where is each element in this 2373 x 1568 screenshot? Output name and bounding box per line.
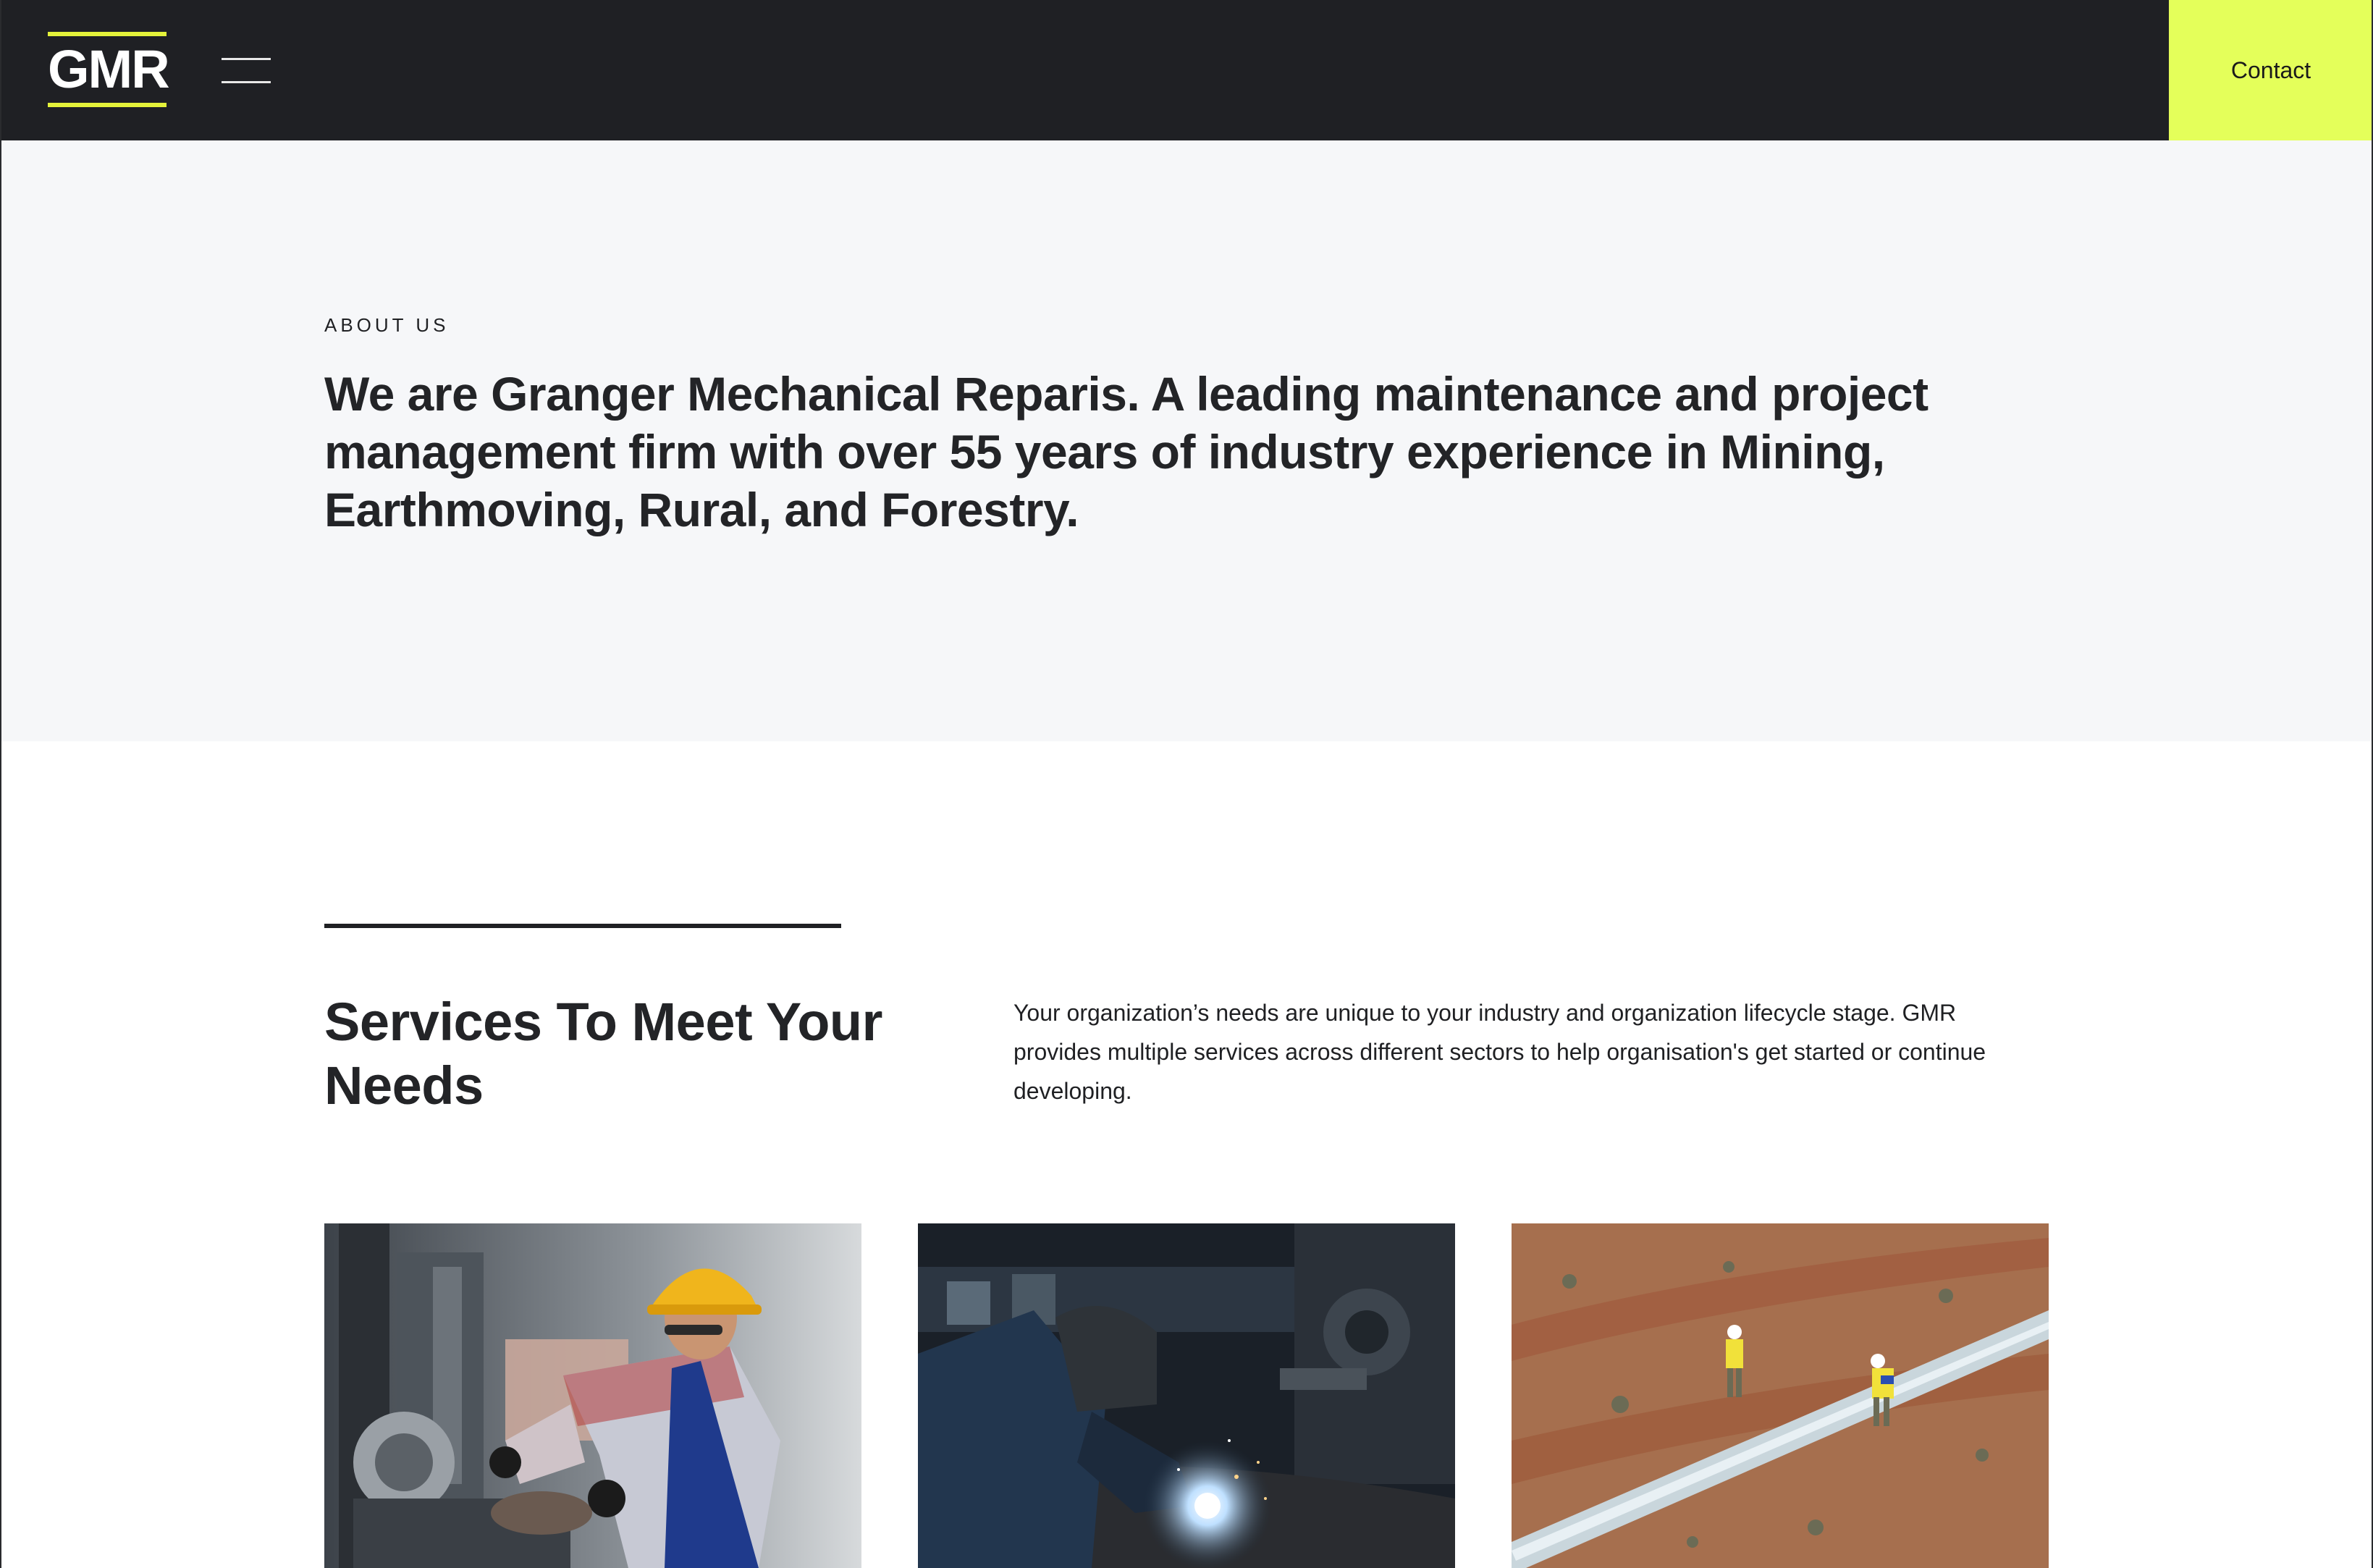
- service-image-machinist[interactable]: [324, 1223, 861, 1568]
- service-image-pipeline[interactable]: [1512, 1223, 2049, 1568]
- welding-photo-icon: [918, 1223, 1455, 1568]
- hamburger-menu-icon[interactable]: [222, 54, 271, 87]
- site-header: GMR Contact: [0, 0, 2373, 140]
- about-heading: We are Granger Mechanical Reparis. A lea…: [324, 367, 1929, 536]
- logo[interactable]: GMR: [48, 32, 170, 107]
- machinist-photo-icon: [324, 1223, 861, 1568]
- services-description: Your organization’s needs are unique to …: [1013, 1000, 1986, 1104]
- section-divider: [324, 924, 841, 928]
- contact-button[interactable]: Contact: [2169, 0, 2373, 140]
- pipeline-photo-icon: [1512, 1223, 2049, 1568]
- services-title: Services To Meet Your Needs: [324, 992, 882, 1116]
- about-section: ABOUT US We are Granger Mechanical Repar…: [0, 140, 2373, 741]
- about-eyebrow: ABOUT US: [324, 314, 450, 336]
- service-image-welding[interactable]: [918, 1223, 1455, 1568]
